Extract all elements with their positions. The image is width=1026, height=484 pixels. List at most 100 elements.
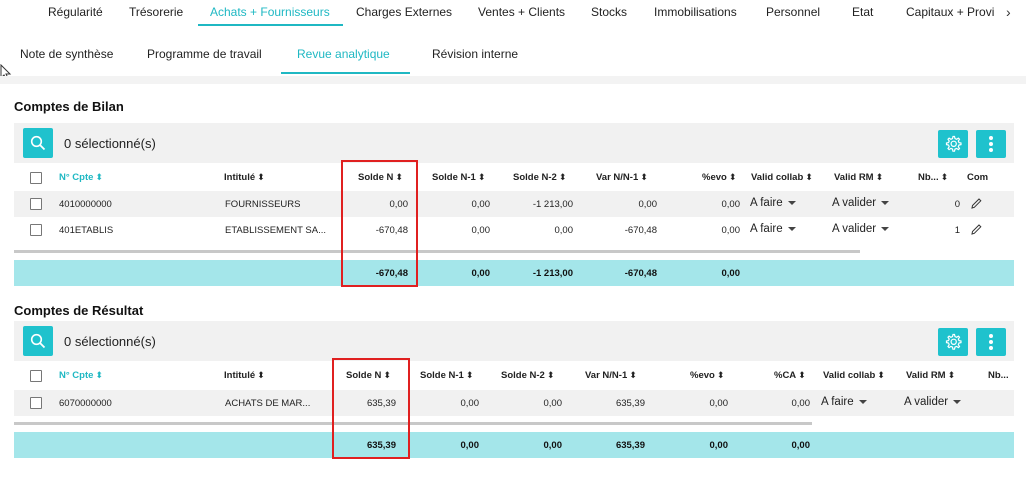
col-label: Valid collab — [823, 370, 876, 381]
resultat-col-solde-n1[interactable]: Solde N-1 ⬍ — [420, 370, 473, 381]
chevron-down-icon — [881, 226, 890, 231]
tab-capitaux-provisions[interactable]: Capitaux + Provi — [906, 5, 994, 19]
sort-icon: ⬍ — [877, 370, 885, 380]
bilan-more-button[interactable] — [976, 130, 1006, 158]
row-checkbox[interactable] — [30, 224, 42, 236]
cell-solde-n2: -1 213,00 — [532, 199, 573, 210]
sort-icon: ⬍ — [95, 172, 103, 182]
valid-collab-dropdown[interactable]: A faire — [821, 396, 867, 408]
valid-rm-dropdown[interactable]: A valider — [832, 223, 890, 235]
tab-ventes-clients[interactable]: Ventes + Clients — [478, 5, 565, 19]
table-row[interactable]: 4010000000 FOURNISSEURS 0,00 0,00 -1 213… — [14, 191, 1014, 217]
sort-icon: ⬍ — [558, 172, 567, 182]
resultat-col-var[interactable]: Var N/N-1 ⬍ — [585, 370, 637, 381]
tab-stocks[interactable]: Stocks — [591, 5, 627, 19]
bilan-col-intitule[interactable]: Intitulé ⬍ — [224, 172, 265, 183]
dropdown-value: A valider — [832, 223, 877, 235]
kebab-dot — [989, 148, 993, 152]
pencil-icon[interactable] — [970, 222, 982, 236]
tab-immobilisations[interactable]: Immobilisations — [654, 5, 737, 19]
kebab-dot — [989, 340, 993, 344]
sort-icon: ⬍ — [257, 172, 265, 182]
resultat-col-solde-n2[interactable]: Solde N-2 ⬍ — [501, 370, 554, 381]
chevron-down-icon — [787, 200, 796, 205]
resultat-search-button[interactable] — [23, 326, 53, 356]
search-icon — [30, 333, 46, 349]
bilan-select-all-checkbox[interactable] — [30, 172, 42, 184]
tab-achats-fournisseurs[interactable]: Achats + Fournisseurs — [210, 5, 330, 19]
tabs-scroll-right-icon[interactable]: › — [1006, 4, 1011, 20]
resultat-col-evo[interactable]: %evo ⬍ — [690, 370, 724, 381]
cell-intitule: FOURNISSEURS — [225, 199, 301, 210]
table-row[interactable]: 6070000000 ACHATS DE MAR... 635,39 0,00 … — [14, 390, 1014, 416]
cell-evo: 0,00 — [709, 398, 729, 409]
bilan-col-num[interactable]: N° Cpte ⬍ — [59, 172, 103, 183]
row-checkbox[interactable] — [30, 397, 42, 409]
valid-rm-dropdown[interactable]: A valider — [832, 197, 890, 209]
col-label: Solde N-2 — [501, 370, 545, 381]
bilan-col-valid-rm[interactable]: Valid RM ⬍ — [834, 172, 883, 183]
active-subtab-indicator — [281, 72, 410, 74]
bilan-col-valid-collab[interactable]: Valid collab ⬍ — [751, 172, 813, 183]
valid-collab-dropdown[interactable]: A faire — [750, 197, 796, 209]
bilan-col-var[interactable]: Var N/N-1 ⬍ — [596, 172, 648, 183]
bilan-col-nb[interactable]: Nb... ⬍ — [918, 172, 948, 183]
highlight-box — [341, 160, 418, 287]
resultat-settings-button[interactable] — [938, 328, 968, 356]
total-var: -670,48 — [624, 268, 657, 279]
bilan-col-evo[interactable]: %evo ⬍ — [702, 172, 736, 183]
col-label: %evo — [690, 370, 715, 381]
cell-num: 6070000000 — [59, 398, 112, 409]
cell-solde-n1: 0,00 — [460, 398, 480, 409]
resultat-col-ca[interactable]: %CA ⬍ — [774, 370, 806, 381]
cell-var: 0,00 — [638, 199, 658, 210]
tab-note-synthese[interactable]: Note de synthèse — [20, 47, 113, 61]
tab-revision-interne[interactable]: Révision interne — [432, 47, 518, 61]
pencil-icon[interactable] — [970, 196, 982, 210]
col-label: Valid RM — [906, 370, 946, 381]
tab-regularite[interactable]: Régularité — [48, 5, 103, 19]
resultat-more-button[interactable] — [976, 328, 1006, 356]
resultat-col-valid-rm[interactable]: Valid RM ⬍ — [906, 370, 955, 381]
bilan-settings-button[interactable] — [938, 130, 968, 158]
row-checkbox[interactable] — [30, 198, 42, 210]
col-label: Valid RM — [834, 172, 874, 183]
col-label: Solde N-1 — [420, 370, 464, 381]
table-row[interactable]: 401ETABLIS ETABLISSEMENT SA... -670,48 0… — [14, 217, 1014, 243]
sort-icon: ⬍ — [798, 370, 806, 380]
tab-etat[interactable]: Etat — [852, 5, 873, 19]
col-label: Solde N-1 — [432, 172, 476, 183]
gear-icon — [945, 333, 962, 350]
bilan-col-com[interactable]: Com — [967, 172, 988, 183]
resultat-select-all-checkbox[interactable] — [30, 370, 42, 382]
bilan-search-button[interactable] — [23, 128, 53, 158]
bilan-col-solde-n1[interactable]: Solde N-1 ⬍ — [432, 172, 485, 183]
total-solde-n2: 0,00 — [543, 440, 563, 451]
valid-rm-dropdown[interactable]: A valider — [904, 396, 962, 408]
sort-icon: ⬍ — [728, 172, 737, 182]
resultat-col-valid-collab[interactable]: Valid collab ⬍ — [823, 370, 885, 381]
tab-tresorerie[interactable]: Trésorerie — [129, 5, 183, 19]
separator-band — [0, 76, 1026, 84]
total-var: 635,39 — [615, 440, 645, 451]
col-label: Nb... — [918, 172, 939, 183]
resultat-col-intitule[interactable]: Intitulé ⬍ — [224, 370, 265, 381]
sort-icon: ⬍ — [875, 172, 884, 182]
sort-icon: ⬍ — [940, 172, 949, 182]
valid-collab-dropdown[interactable]: A faire — [750, 223, 796, 235]
tab-charges-externes[interactable]: Charges Externes — [356, 5, 452, 19]
kebab-dot — [989, 136, 993, 140]
search-icon — [30, 135, 46, 151]
bilan-col-solde-n2[interactable]: Solde N-2 ⬍ — [513, 172, 566, 183]
resultat-horizontal-scrollbar[interactable] — [14, 422, 812, 425]
tab-revue-analytique[interactable]: Revue analytique — [297, 47, 390, 61]
resultat-col-num[interactable]: N° Cpte ⬍ — [59, 370, 103, 381]
total-solde-n1: 0,00 — [471, 268, 491, 279]
sort-icon: ⬍ — [716, 370, 725, 380]
tab-programme-travail[interactable]: Programme de travail — [147, 47, 262, 61]
resultat-col-nb[interactable]: Nb... — [988, 370, 1009, 381]
chevron-down-icon — [858, 399, 867, 404]
cell-solde-n2: 0,00 — [543, 398, 563, 409]
bilan-horizontal-scrollbar[interactable] — [14, 250, 860, 253]
tab-personnel[interactable]: Personnel — [766, 5, 820, 19]
